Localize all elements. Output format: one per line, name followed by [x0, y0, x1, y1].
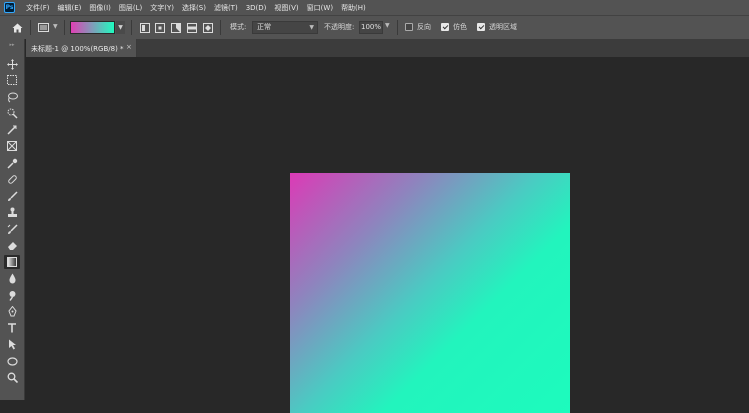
- angle-gradient-icon[interactable]: [169, 21, 182, 34]
- spot-healing-brush-tool[interactable]: [4, 172, 20, 186]
- menu-filter[interactable]: 滤镜(T): [210, 3, 242, 13]
- zoom-tool[interactable]: [4, 370, 20, 384]
- history-brush-tool[interactable]: [4, 222, 20, 236]
- dither-checkbox[interactable]: [441, 23, 449, 31]
- menu-3d[interactable]: 3D(D): [242, 4, 271, 12]
- menu-help[interactable]: 帮助(H): [337, 3, 370, 13]
- reflected-gradient-icon[interactable]: [185, 21, 198, 34]
- eyedropper-tool[interactable]: [4, 156, 20, 170]
- crop-tool[interactable]: [4, 123, 20, 137]
- lasso-tool[interactable]: [4, 90, 20, 104]
- frame-tool[interactable]: [4, 139, 20, 153]
- document-tab-title: 未标题-1 @ 100%(RGB/8) *: [31, 45, 124, 53]
- gradient-picker[interactable]: [70, 21, 115, 34]
- document-workspace[interactable]: [25, 57, 749, 413]
- opacity-label: 不透明度:: [324, 23, 355, 31]
- menu-image[interactable]: 图像(I): [85, 3, 115, 13]
- eraser-tool[interactable]: [4, 238, 20, 252]
- gradient-tool[interactable]: [4, 255, 20, 269]
- document-tab[interactable]: 未标题-1 @ 100%(RGB/8) * ×: [26, 39, 137, 57]
- menu-select[interactable]: 选择(S): [178, 3, 210, 13]
- quick-selection-tool[interactable]: [4, 106, 20, 120]
- home-icon[interactable]: [11, 21, 24, 34]
- rectangular-marquee-tool[interactable]: [4, 73, 20, 87]
- diamond-gradient-icon[interactable]: [201, 21, 214, 34]
- mode-value: 正常: [257, 23, 271, 31]
- clone-stamp-tool[interactable]: [4, 205, 20, 219]
- blur-tool[interactable]: [4, 271, 20, 285]
- reverse-checkbox[interactable]: [405, 23, 413, 31]
- menu-bar: Ps 文件(F) 编辑(E) 图像(I) 图层(L) 文字(Y) 选择(S) 滤…: [0, 0, 749, 15]
- path-selection-tool[interactable]: [4, 337, 20, 351]
- menu-type[interactable]: 文字(Y): [146, 3, 178, 13]
- tools-panel: ▸▸: [0, 39, 25, 400]
- radial-gradient-icon[interactable]: [153, 21, 166, 34]
- transparency-checkbox[interactable]: [477, 23, 485, 31]
- close-icon[interactable]: ×: [126, 43, 132, 51]
- panel-grip[interactable]: ▸▸: [0, 42, 24, 48]
- options-bar: ▼ ▼ 模式: 正常 ▼ 不透明度: 100% ▼ 反向 仿色 透明区域: [0, 15, 749, 39]
- dither-label: 仿色: [453, 23, 467, 31]
- opacity-slider-toggle[interactable]: ▼: [385, 22, 390, 29]
- menu-view[interactable]: 视图(V): [270, 3, 302, 13]
- transparency-label: 透明区域: [489, 23, 517, 31]
- menu-file[interactable]: 文件(F): [22, 3, 54, 13]
- pen-tool[interactable]: [4, 304, 20, 318]
- chevron-down-icon: ▼: [309, 24, 314, 31]
- chevron-down-icon[interactable]: ▼: [53, 23, 58, 30]
- photoshop-logo[interactable]: Ps: [4, 2, 15, 13]
- opacity-input[interactable]: 100%: [359, 21, 383, 34]
- document-tab-bar: 未标题-1 @ 100%(RGB/8) * ×: [26, 39, 749, 57]
- dodge-tool[interactable]: [4, 288, 20, 302]
- document-canvas[interactable]: [290, 173, 570, 413]
- menu-layer[interactable]: 图层(L): [115, 3, 146, 13]
- menu-window[interactable]: 窗口(W): [303, 3, 337, 13]
- brush-tool[interactable]: [4, 189, 20, 203]
- menu-edit[interactable]: 编辑(E): [54, 3, 86, 13]
- reverse-label: 反向: [417, 23, 431, 31]
- linear-gradient-icon[interactable]: [138, 21, 151, 34]
- ellipse-tool[interactable]: [4, 354, 20, 368]
- gradient-picker-dropdown[interactable]: ▼: [116, 21, 125, 34]
- mode-label: 模式:: [230, 23, 247, 31]
- move-tool[interactable]: [4, 57, 20, 71]
- mode-select[interactable]: 正常 ▼: [252, 21, 318, 34]
- gradient-tool-preset-icon[interactable]: [37, 21, 50, 34]
- type-tool[interactable]: [4, 321, 20, 335]
